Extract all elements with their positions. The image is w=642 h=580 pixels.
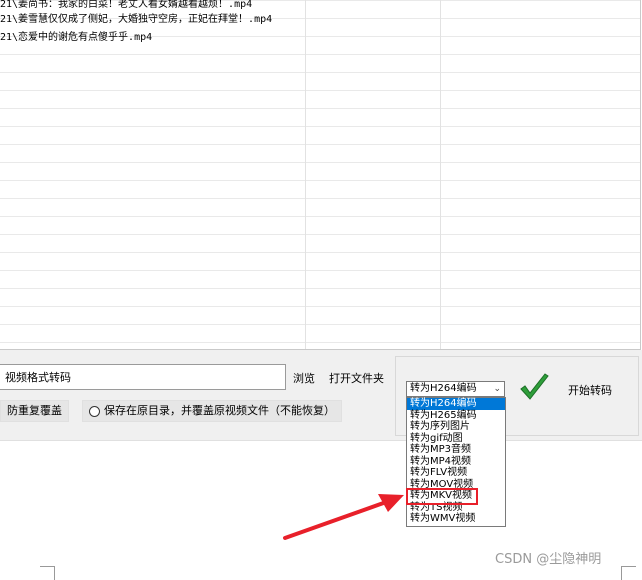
dropdown-option[interactable]: 转为gif动图	[407, 433, 505, 445]
open-folder-button[interactable]: 打开文件夹	[329, 370, 384, 386]
corner-mark	[40, 566, 55, 580]
dropdown-option[interactable]: 转为MP4视频	[407, 456, 505, 468]
file-list[interactable]: 21\姜尚书：我家的白菜！老丈人看女婿越看越烦！.mp4 21\姜雪慧仅仅成了侧…	[0, 0, 641, 350]
annotation-arrow-icon	[283, 494, 404, 540]
file-row[interactable]: 21\恋爱中的谢危有点傻乎乎.mp4	[0, 29, 152, 47]
prevent-overwrite-label: 防重复覆盖	[7, 404, 62, 417]
dropdown-option[interactable]: 转为H264编码	[407, 398, 505, 410]
save-in-place-radio[interactable]: 保存在原目录，并覆盖原视频文件（不能恢复）	[82, 400, 342, 422]
convert-type-select[interactable]: 转为H264编码 ⌄	[406, 381, 505, 397]
chevron-down-icon: ⌄	[493, 384, 501, 394]
radio-icon	[89, 405, 100, 417]
convert-type-value: 转为H264编码	[410, 383, 477, 394]
column-divider	[440, 0, 441, 349]
dropdown-option[interactable]: 转为H265编码	[407, 410, 505, 422]
corner-mark	[621, 566, 636, 580]
start-convert-button[interactable]: 开始转码	[568, 382, 612, 398]
dropdown-option[interactable]: 转为FLV视频	[407, 467, 505, 479]
browse-button[interactable]: 浏览	[293, 370, 315, 386]
prevent-overwrite-checkbox[interactable]: 防重复覆盖	[0, 400, 69, 422]
checkmark-icon[interactable]	[517, 372, 551, 404]
file-row[interactable]: 21\姜雪慧仅仅成了侧妃，大婚独守空房，正妃在拜堂！.mp4	[0, 11, 272, 29]
dropdown-option[interactable]: 转为序列图片	[407, 421, 505, 433]
column-divider	[305, 0, 306, 349]
save-in-place-label: 保存在原目录，并覆盖原视频文件（不能恢复）	[104, 404, 335, 417]
dropdown-option[interactable]: 转为MP3音频	[407, 444, 505, 456]
output-dir-input[interactable]	[0, 364, 286, 390]
watermark: CSDN @尘隐神明	[495, 552, 602, 567]
